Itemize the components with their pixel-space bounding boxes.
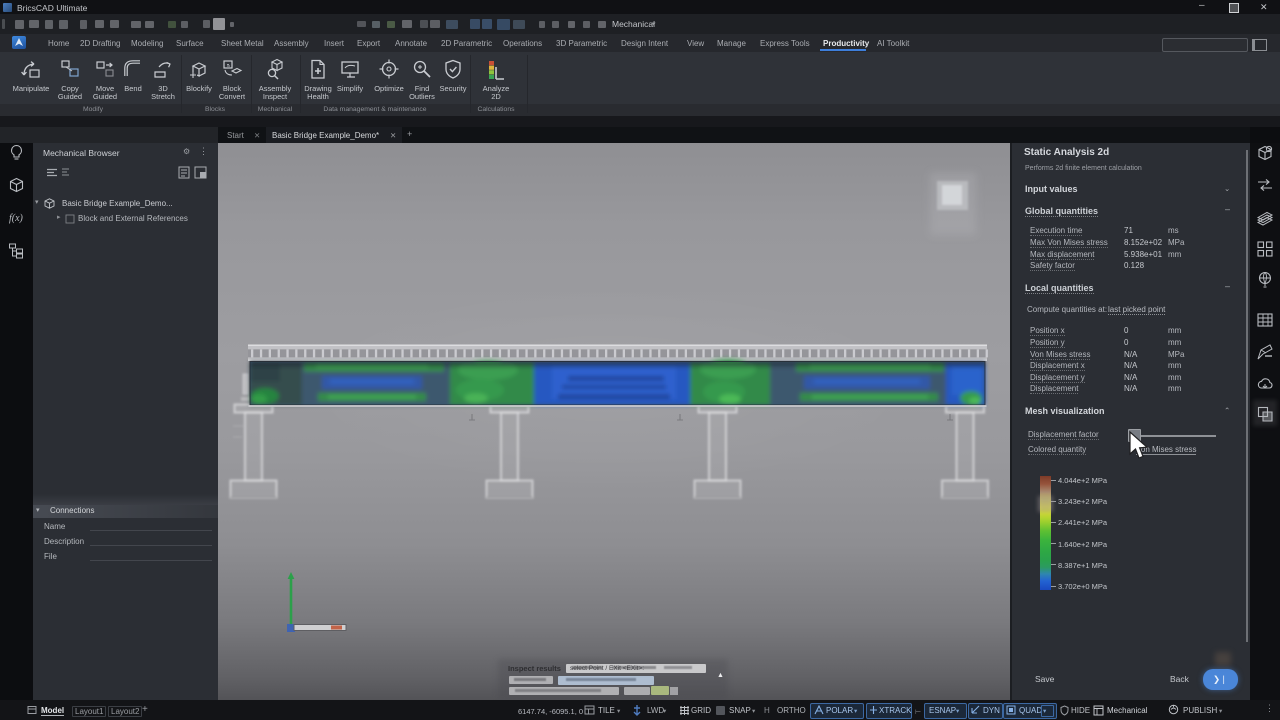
svg-text:f(x): f(x) (9, 213, 24, 224)
